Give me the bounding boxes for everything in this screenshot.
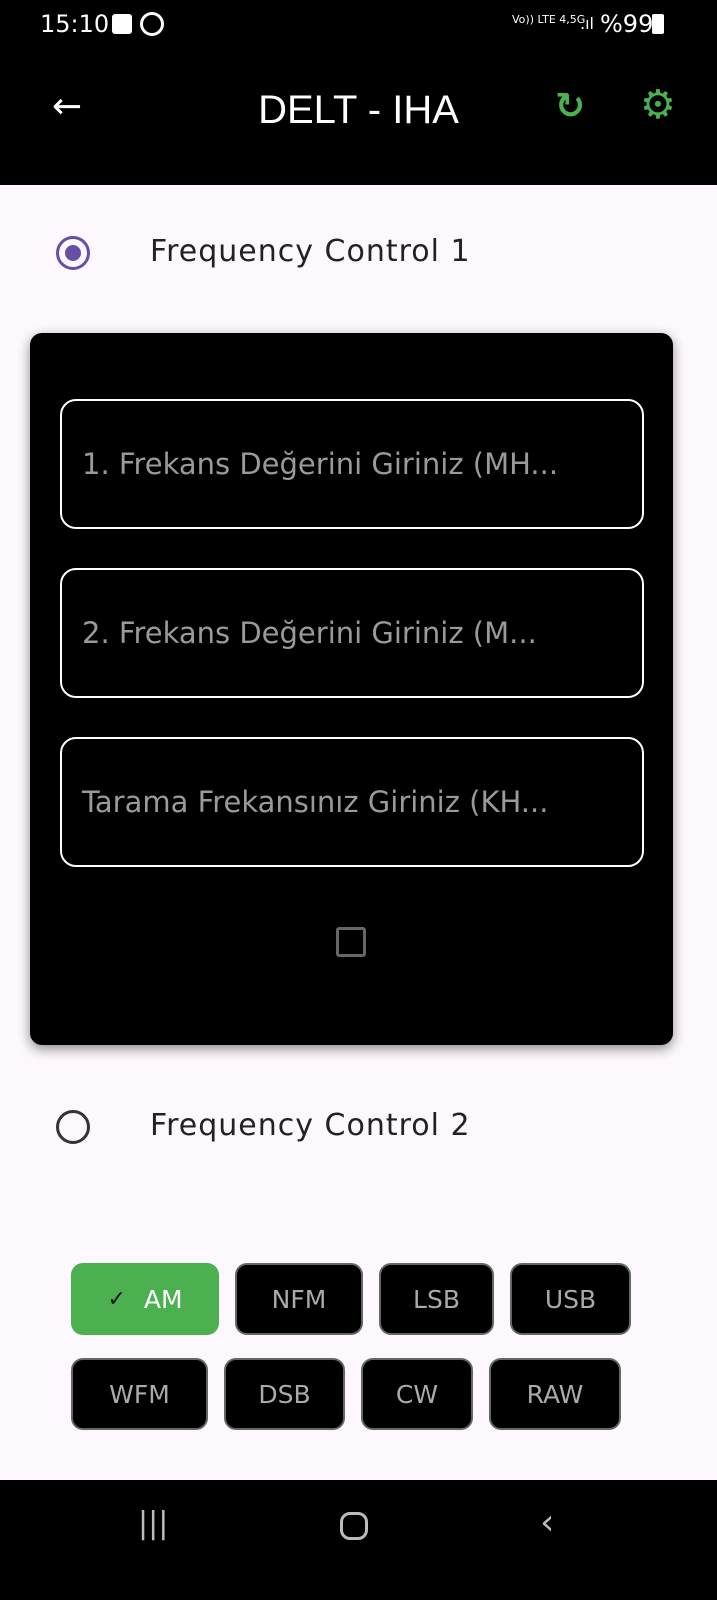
mode-chip-nfm[interactable]: NFM xyxy=(235,1263,363,1335)
recent-apps-icon[interactable]: ||| xyxy=(138,1506,168,1541)
frequency-2-input[interactable]: 2. Frekans Değerini Giriniz (M... xyxy=(60,568,644,698)
frequency-control-2-label: Frequency Control 2 xyxy=(150,1108,471,1143)
back-nav-icon[interactable]: ‹ xyxy=(540,1502,554,1543)
clock: 15:10 xyxy=(40,10,110,38)
mode-chip-wfm[interactable]: WFM xyxy=(71,1358,208,1430)
battery-text: %99 xyxy=(600,10,654,38)
gallery-icon xyxy=(112,14,132,34)
mode-chip-dsb[interactable]: DSB xyxy=(224,1358,345,1430)
scan-frequency-input[interactable]: Tarama Frekansınız Giriniz (KH... xyxy=(60,737,644,867)
refresh-icon[interactable]: ↻ xyxy=(555,86,585,127)
mode-chip-raw[interactable]: RAW xyxy=(489,1358,621,1430)
mode-chip-cw[interactable]: CW xyxy=(361,1358,473,1430)
navigation-bar: ||| ‹ xyxy=(0,1480,717,1600)
frequency-card: 1. Frekans Değerini Giriniz (MH... 2. Fr… xyxy=(30,333,673,1045)
mode-chip-lsb[interactable]: LSB xyxy=(379,1263,494,1335)
frequency-control-1-label: Frequency Control 1 xyxy=(150,234,471,269)
app-bar: ← DELT - IHA ↻ ⚙ xyxy=(0,50,717,185)
signal-icon: .ıl xyxy=(580,14,594,33)
check-icon: ✓ xyxy=(107,1286,126,1312)
whatsapp-icon xyxy=(140,12,164,36)
home-icon[interactable] xyxy=(340,1512,368,1540)
frequency-control-2-radio[interactable] xyxy=(56,1110,90,1144)
frequency-1-input[interactable]: 1. Frekans Değerini Giriniz (MH... xyxy=(60,399,644,529)
mode-chip-usb[interactable]: USB xyxy=(510,1263,631,1335)
status-bar: 15:10 Vo)) LTE 4,5G .ıl %99 xyxy=(0,0,717,50)
battery-icon xyxy=(652,14,664,34)
page-title: DELT - IHA xyxy=(258,88,459,132)
checkbox[interactable] xyxy=(336,927,366,957)
frequency-control-1-radio[interactable] xyxy=(56,236,90,270)
mode-chip-am[interactable]: ✓ AM xyxy=(71,1263,219,1335)
chip-label: AM xyxy=(143,1284,183,1314)
settings-gear-icon[interactable]: ⚙ xyxy=(640,82,676,128)
